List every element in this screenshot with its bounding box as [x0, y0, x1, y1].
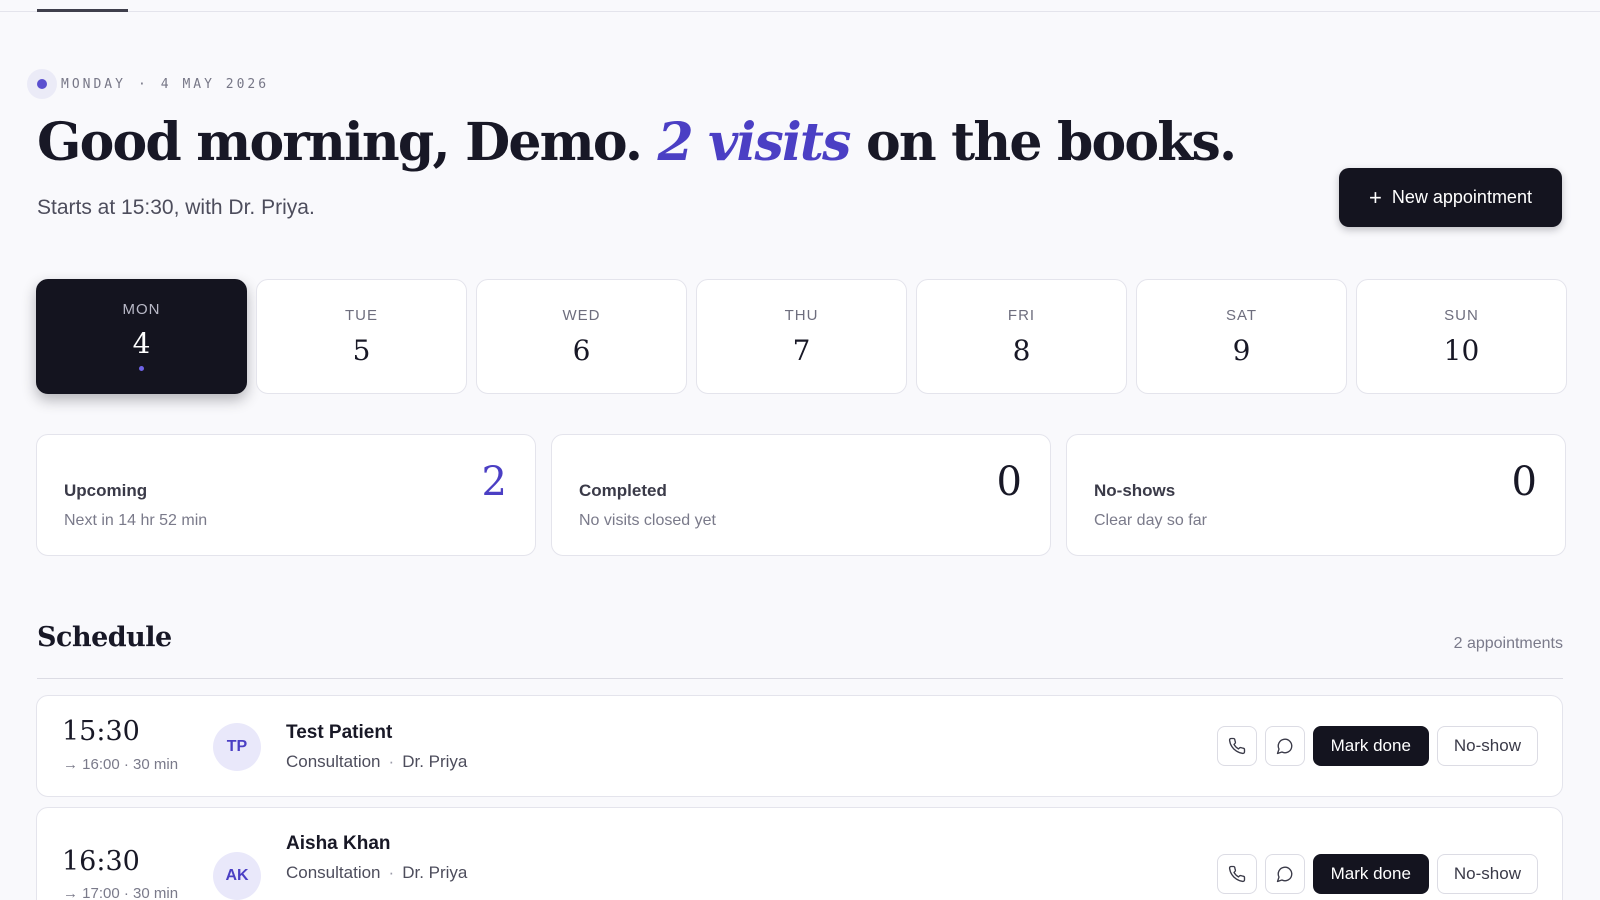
no-show-button[interactable]: No-show	[1436, 854, 1538, 894]
weekday-label: MONDAY	[61, 76, 126, 92]
doctor-name: Dr. Priya	[402, 863, 468, 882]
full-date-label: 4 MAY 2026	[160, 76, 270, 92]
appointment-actions: Mark done No-show	[1216, 726, 1538, 766]
day-name: FRI	[1007, 307, 1036, 324]
greeting-text: Good morning, Demo.	[37, 112, 658, 173]
stat-subtext: Clear day so far	[1094, 512, 1207, 529]
top-tab-divider	[0, 11, 1600, 12]
appointment-meta: Consultation · Dr. Priya	[286, 752, 467, 772]
active-tab-indicator	[37, 9, 128, 12]
day-name: TUE	[345, 307, 378, 324]
day-name: WED	[562, 307, 601, 324]
date-header: MONDAY · 4 MAY 2026	[27, 69, 270, 99]
visit-type: Consultation	[286, 752, 381, 771]
day-number: 8	[1012, 334, 1031, 367]
appointment-actions: Mark done No-show	[1216, 854, 1538, 894]
no-show-button[interactable]: No-show	[1436, 726, 1538, 766]
message-button[interactable]	[1264, 854, 1305, 894]
stat-value: 0	[996, 459, 1022, 505]
message-button[interactable]	[1264, 726, 1305, 766]
patient-avatar: TP	[213, 723, 261, 771]
stat-completed: Completed No visits closed yet 0	[551, 434, 1051, 556]
day-number: 9	[1232, 334, 1251, 367]
call-button[interactable]	[1216, 726, 1257, 766]
schedule-divider	[37, 678, 1563, 679]
day-sat[interactable]: SAT 9	[1136, 279, 1347, 394]
chat-bubble-icon	[1276, 866, 1292, 883]
appointment-card[interactable]: 15:30 → 16:00 · 30 min TP Test Patient C…	[36, 695, 1563, 797]
mark-done-button[interactable]: Mark done	[1312, 726, 1429, 766]
patient-name[interactable]: Aisha Khan	[286, 833, 391, 855]
call-button[interactable]	[1216, 854, 1257, 894]
patient-avatar: AK	[213, 852, 261, 900]
appointment-start-time: 16:30	[62, 846, 140, 877]
meta-separator: ·	[388, 752, 395, 771]
stat-label: No-shows	[1094, 481, 1176, 500]
stat-value: 2	[481, 459, 507, 505]
day-mon[interactable]: MON 4	[36, 279, 247, 394]
stat-value: 0	[1511, 459, 1537, 505]
visit-type: Consultation	[286, 863, 381, 882]
patient-name[interactable]: Test Patient	[286, 722, 392, 744]
stat-label: Upcoming	[64, 481, 148, 500]
doctor-name: Dr. Priya	[402, 752, 468, 771]
stat-label: Completed	[579, 481, 667, 500]
day-number: 10	[1443, 334, 1480, 367]
meta-separator: ·	[388, 863, 395, 882]
appointment-start-time: 15:30	[62, 716, 140, 747]
phone-icon	[1228, 737, 1245, 755]
day-number: 5	[352, 334, 371, 367]
greeting-suffix: on the books.	[849, 112, 1237, 173]
day-name: SUN	[1444, 307, 1479, 324]
plus-icon: +	[1369, 184, 1382, 210]
stat-subtext: No visits closed yet	[579, 512, 716, 529]
new-appointment-button[interactable]: + New appointment	[1339, 168, 1562, 227]
today-dot-icon	[27, 69, 57, 99]
day-number: 4	[132, 327, 151, 360]
schedule-title: Schedule	[37, 622, 172, 653]
appointment-meta: Consultation · Dr. Priya	[286, 863, 467, 883]
stat-no-shows: No-shows Clear day so far 0	[1066, 434, 1566, 556]
appointment-count: 2 appointments	[1453, 635, 1563, 652]
phone-icon	[1228, 865, 1245, 883]
first-visit-summary: Starts at 15:30, with Dr. Priya.	[37, 196, 315, 219]
chat-bubble-icon	[1276, 738, 1292, 755]
appointment-card[interactable]: 16:30 → 17:00 · 30 min AK Aisha Khan Con…	[36, 807, 1563, 900]
day-sun[interactable]: SUN 10	[1356, 279, 1567, 394]
appointment-end-duration: → 16:00 · 30 min	[63, 756, 179, 773]
day-name: MON	[122, 301, 161, 318]
appointment-end-duration: → 17:00 · 30 min	[63, 885, 179, 900]
stat-subtext: Next in 14 hr 52 min	[64, 512, 208, 529]
greeting-heading: Good morning, Demo. 2 visits on the book…	[37, 112, 1237, 173]
has-appointments-dot	[139, 366, 144, 371]
day-thu[interactable]: THU 7	[696, 279, 907, 394]
day-name: THU	[784, 307, 819, 324]
day-number: 7	[792, 334, 811, 367]
day-tue[interactable]: TUE 5	[256, 279, 467, 394]
new-appointment-label: New appointment	[1391, 187, 1532, 207]
stats-row: Upcoming Next in 14 hr 52 min 2 Complete…	[36, 434, 1566, 556]
date-separator: ·	[137, 76, 149, 92]
day-fri[interactable]: FRI 8	[916, 279, 1127, 394]
mark-done-button[interactable]: Mark done	[1312, 854, 1429, 894]
day-wed[interactable]: WED 6	[476, 279, 687, 394]
week-day-picker: MON 4 TUE 5 WED 6 THU 7 FRI 8 SAT 9 SUN …	[36, 279, 1567, 394]
day-number: 6	[572, 334, 591, 367]
day-name: SAT	[1225, 307, 1258, 324]
visit-count-highlight: 2 visits	[657, 112, 851, 173]
stat-upcoming: Upcoming Next in 14 hr 52 min 2	[36, 434, 536, 556]
